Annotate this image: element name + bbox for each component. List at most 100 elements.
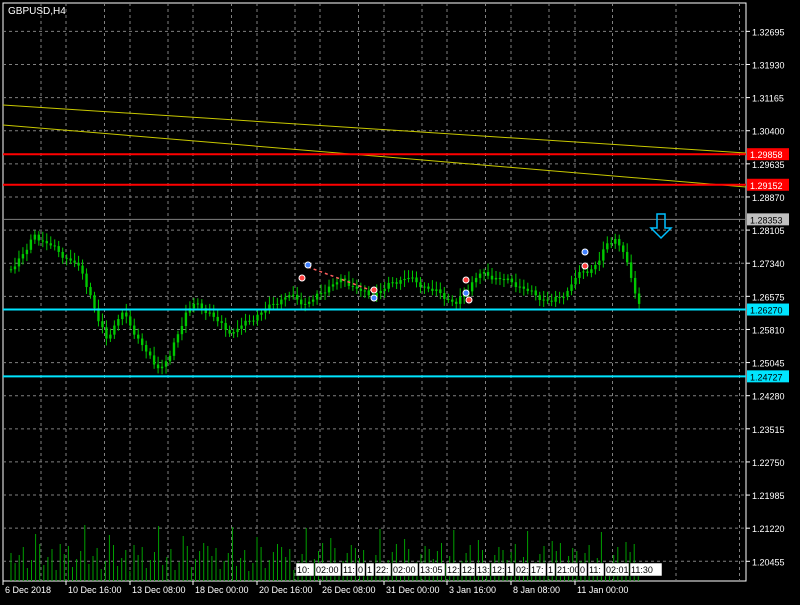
price-label-text: 1.29858 bbox=[750, 150, 783, 160]
x-tick-label: 26 Dec 08:00 bbox=[322, 585, 376, 595]
candle-body bbox=[73, 260, 76, 263]
x-tick-label: 6 Dec 2018 bbox=[5, 585, 51, 595]
candle-body bbox=[578, 272, 581, 278]
candle-body bbox=[474, 277, 478, 283]
symbol-label: GBPUSD,H4 bbox=[8, 6, 66, 17]
candle-body bbox=[339, 278, 343, 283]
time-label-text: 0 bbox=[580, 565, 585, 575]
candle-body bbox=[331, 284, 335, 287]
candle-body bbox=[248, 320, 251, 322]
x-tick-label: 20 Dec 16:00 bbox=[259, 585, 313, 595]
time-label-text: 1 bbox=[548, 565, 553, 575]
candle-body bbox=[156, 364, 160, 369]
candle-body bbox=[37, 234, 41, 241]
candle-body bbox=[558, 296, 561, 298]
candle-body bbox=[216, 316, 219, 322]
y-tick-label: 1.22750 bbox=[752, 458, 785, 468]
price-label-text: 1.29152 bbox=[750, 181, 783, 191]
y-tick-label: 1.31165 bbox=[752, 94, 784, 104]
price-chart[interactable]: 1.32695 1.31930 1.31165 1.30400 1.29635 1.288… bbox=[0, 0, 800, 600]
candle-body bbox=[594, 264, 597, 270]
candle-body bbox=[459, 296, 462, 304]
candle-body bbox=[69, 258, 72, 261]
price-label-text: 1.28353 bbox=[750, 215, 783, 225]
candle-body bbox=[554, 296, 557, 302]
trade-marker bbox=[465, 296, 473, 304]
candle-body bbox=[168, 355, 172, 362]
candle-body bbox=[109, 334, 112, 339]
candle-body bbox=[602, 249, 605, 261]
candle-body bbox=[25, 249, 29, 255]
candle-body bbox=[391, 282, 394, 284]
time-label-text: 02: bbox=[516, 565, 529, 575]
candle-body bbox=[13, 266, 17, 270]
candle-body bbox=[534, 290, 537, 296]
candle-body bbox=[439, 289, 442, 294]
y-tick-label: 1.28870 bbox=[752, 193, 785, 203]
candle-body bbox=[610, 243, 613, 245]
candle-body bbox=[228, 329, 231, 334]
time-label-text: 1 bbox=[507, 565, 512, 575]
chart-area[interactable]: 1.32695 1.31930 1.31165 1.30400 1.29635 1.288… bbox=[0, 0, 800, 600]
candle-body bbox=[478, 273, 482, 278]
time-label-text: 0 bbox=[358, 565, 363, 575]
time-label-text: 02:00 bbox=[393, 565, 416, 575]
candle-body bbox=[403, 279, 406, 281]
candle-body bbox=[570, 284, 573, 291]
candle-body bbox=[367, 290, 370, 296]
candle-body bbox=[89, 287, 92, 296]
candle-body bbox=[49, 243, 52, 246]
time-label-text: 12: bbox=[492, 565, 505, 575]
candle-body bbox=[550, 300, 553, 302]
candle-body bbox=[292, 294, 295, 296]
candle-body bbox=[137, 334, 140, 339]
candle-body bbox=[220, 321, 223, 323]
y-tick-label: 1.25810 bbox=[752, 325, 785, 335]
y-tick-label: 1.26575 bbox=[752, 292, 785, 302]
candle-body bbox=[264, 310, 267, 313]
candle-body bbox=[315, 293, 319, 300]
candle-body bbox=[431, 288, 434, 291]
candle-body bbox=[77, 262, 80, 266]
trade-marker bbox=[462, 276, 470, 284]
candle-body bbox=[486, 272, 490, 276]
time-label-text: 11: bbox=[343, 565, 355, 575]
trade-marker bbox=[370, 286, 378, 294]
x-tick-label: 13 Dec 08:00 bbox=[132, 585, 186, 595]
candle-body bbox=[244, 320, 247, 326]
candle-body bbox=[514, 282, 518, 288]
candle-body bbox=[288, 295, 291, 298]
time-label-text: 02:00 bbox=[316, 565, 339, 575]
candle-body bbox=[319, 293, 323, 295]
candle-body bbox=[272, 303, 275, 305]
candle-body bbox=[240, 325, 243, 329]
candle-body bbox=[419, 282, 422, 288]
trend-line-lower bbox=[2, 124, 747, 188]
candle-body bbox=[618, 238, 621, 246]
candle-body bbox=[498, 277, 502, 280]
time-label-text: 22: bbox=[376, 565, 389, 575]
candle-body bbox=[113, 325, 116, 335]
candle-body bbox=[574, 277, 577, 285]
candle-body bbox=[53, 245, 56, 247]
candle-body bbox=[164, 361, 168, 367]
candle-body bbox=[455, 301, 458, 304]
candle-body bbox=[172, 342, 176, 356]
x-tick-label: 10 Dec 16:00 bbox=[68, 585, 122, 595]
candle-body bbox=[307, 301, 311, 304]
y-tick-label: 1.24280 bbox=[752, 392, 785, 402]
candle-body bbox=[93, 295, 96, 309]
time-label-text: 12: bbox=[462, 565, 475, 575]
x-tick-label: 18 Dec 00:00 bbox=[195, 585, 249, 595]
candle-body bbox=[411, 277, 414, 279]
candle-body bbox=[399, 280, 402, 284]
candle-body bbox=[598, 260, 601, 265]
candle-body bbox=[65, 257, 68, 259]
trade-marker bbox=[370, 294, 378, 302]
candle-body bbox=[351, 285, 355, 287]
candle-body bbox=[284, 297, 287, 300]
time-label-text: 13:05 bbox=[420, 565, 443, 575]
candle-body bbox=[311, 299, 315, 302]
candle-body bbox=[252, 320, 255, 322]
candle-body bbox=[395, 282, 398, 284]
